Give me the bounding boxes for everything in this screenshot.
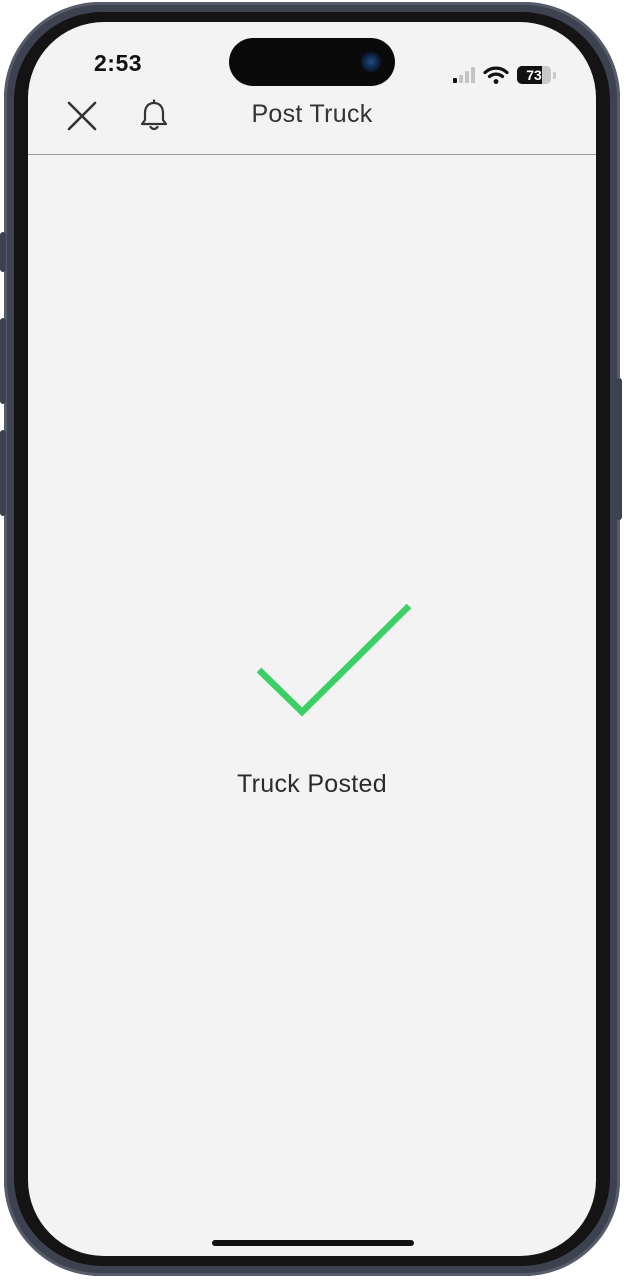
- volume-down-button: [0, 430, 6, 516]
- status-icons: 73: [453, 66, 556, 84]
- cellular-signal-icon: [453, 67, 475, 83]
- page-title: Post Truck: [251, 100, 373, 128]
- front-camera: [361, 52, 381, 72]
- volume-up-button: [0, 318, 6, 404]
- navigation-bar: Post Truck: [28, 86, 596, 155]
- battery-cap: [553, 71, 556, 79]
- home-indicator[interactable]: [212, 1240, 414, 1246]
- checkmark-icon: [256, 603, 412, 717]
- wifi-icon: [483, 66, 509, 84]
- battery-percentage: 73: [526, 67, 542, 83]
- battery-icon: 73: [517, 66, 551, 84]
- dynamic-island: [229, 38, 395, 86]
- success-message: Truck Posted: [237, 770, 387, 798]
- action-button: [0, 232, 6, 272]
- phone-frame: 2:53 73 Post Truck Truck Posted: [0, 2, 622, 1276]
- phone-bezel: 2:53 73 Post Truck Truck Posted: [14, 12, 610, 1266]
- power-button: [616, 378, 622, 520]
- status-time: 2:53: [94, 50, 143, 76]
- app-screen: 2:53 73 Post Truck Truck Posted: [28, 22, 596, 1256]
